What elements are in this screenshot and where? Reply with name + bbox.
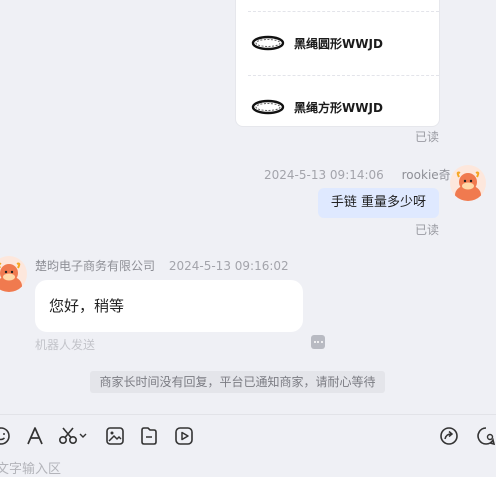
system-notice: 商家长时间没有回复，平台已通知商家，请耐心等待 — [90, 371, 385, 393]
video-icon[interactable] — [173, 425, 195, 447]
card-divider — [248, 11, 439, 12]
image-icon[interactable] — [104, 425, 126, 447]
robot-sent-tag: 机器人发送 — [35, 338, 96, 352]
message-meta: 2024-5-13 09:14:06 rookie奇 — [264, 166, 451, 183]
avatar-cow-icon — [0, 256, 27, 292]
read-status: 已读 — [415, 223, 440, 237]
message-meta: 楚昀电子商务有限公司 2024-5-13 09:16:02 — [35, 257, 289, 274]
bracelet-icon — [251, 35, 285, 51]
product-name: 黑绳圆形WWJD — [294, 36, 383, 51]
message-input-placeholder[interactable]: 文字输入区 — [0, 458, 61, 477]
input-toolbar — [0, 414, 496, 470]
product-name: 黑绳方形WWJD — [294, 100, 383, 115]
read-status: 已读 — [415, 130, 440, 144]
incoming-message-bubble[interactable]: 您好，稍等 — [35, 280, 303, 332]
product-item-1[interactable]: 黑绳圆形WWJD — [250, 31, 383, 55]
product-card[interactable]: 黑绳圆形WWJD 黑绳方形WWJD — [235, 0, 440, 127]
sender-name: rookie奇 — [401, 168, 451, 182]
message-timestamp: 2024-5-13 09:14:06 — [264, 168, 384, 182]
chat-settings-icon[interactable] — [475, 425, 496, 447]
product-item-2[interactable]: 黑绳方形WWJD — [250, 95, 383, 119]
share-icon[interactable] — [438, 425, 460, 447]
sender-name: 楚昀电子商务有限公司 — [35, 259, 156, 273]
more-options-icon[interactable] — [311, 335, 325, 349]
file-icon[interactable] — [138, 425, 160, 447]
font-icon[interactable] — [24, 425, 46, 447]
avatar-cow-icon — [450, 165, 486, 201]
message-timestamp: 2024-5-13 09:16:02 — [168, 259, 289, 273]
card-divider — [248, 75, 439, 76]
emoji-icon[interactable] — [0, 425, 12, 447]
scissors-icon[interactable] — [58, 425, 88, 447]
outgoing-message-bubble[interactable]: 手链 重量多少呀 — [318, 188, 439, 218]
bracelet-icon — [251, 99, 285, 115]
avatar[interactable] — [450, 165, 486, 201]
avatar[interactable] — [0, 256, 27, 292]
